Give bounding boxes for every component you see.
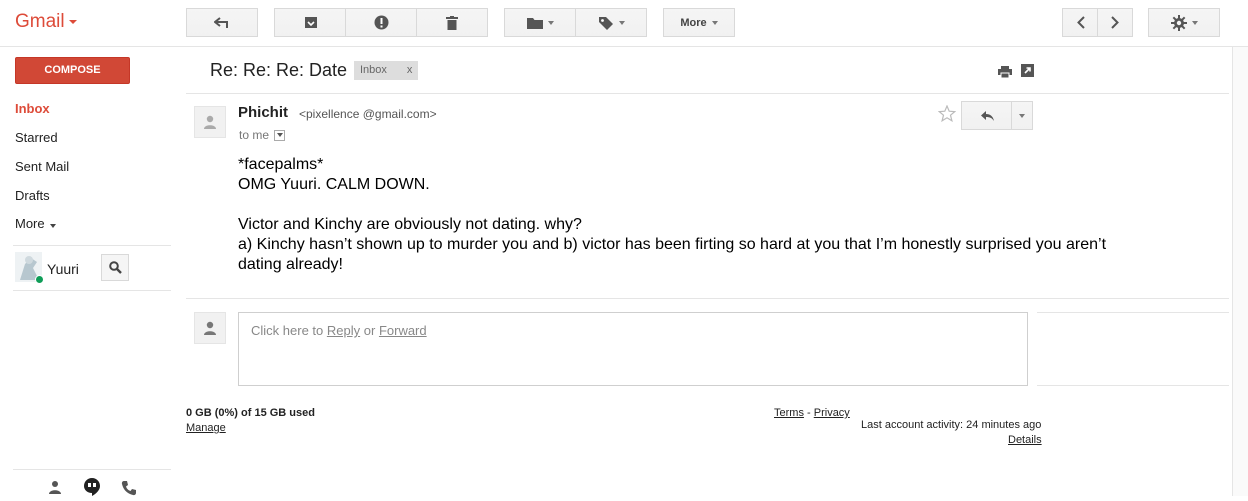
privacy-link[interactable]: Privacy: [814, 407, 850, 419]
chevron-down-icon: [1191, 20, 1198, 25]
star-button[interactable]: [937, 104, 957, 127]
sender-avatar: [194, 106, 226, 138]
settings-gear-icon: [1170, 14, 1187, 31]
compose-button[interactable]: COMPOSE: [15, 57, 130, 84]
reply-or: or: [363, 323, 376, 338]
sidebar-item-more[interactable]: More: [15, 216, 56, 231]
chevron-down-icon: [1019, 113, 1025, 118]
person-icon: [204, 321, 216, 335]
message-divider: [186, 298, 1229, 299]
delete-button[interactable]: [416, 8, 488, 37]
manage-storage-link[interactable]: Manage: [186, 422, 226, 434]
chevron-down-icon: [711, 20, 718, 25]
footer-separator: -: [807, 407, 811, 419]
phone-icon: [121, 481, 136, 496]
reply-button[interactable]: [961, 101, 1012, 130]
move-to-button[interactable]: [504, 8, 576, 37]
move-to-folder-icon: [527, 17, 543, 29]
body-line: *facepalms*: [238, 156, 324, 173]
reply-divider: [1037, 312, 1229, 313]
recipient-text: to me: [239, 128, 270, 142]
report-spam-icon: [374, 15, 389, 30]
reply-divider: [1037, 385, 1229, 386]
gmail-logo-menu[interactable]: Gmail: [15, 11, 77, 33]
reply-arrow-icon: [981, 110, 994, 121]
new-window-icon: [1021, 64, 1034, 77]
sender-name: Phichit: [238, 104, 289, 121]
sender-email: <pixellence @gmail.com>: [299, 107, 437, 121]
inbox-label-chip[interactable]: Inbox x: [354, 61, 419, 80]
body-line: OMG Yuuri. CALM DOWN.: [238, 176, 430, 193]
activity-details-link[interactable]: Details: [1008, 434, 1042, 446]
open-new-window-button[interactable]: [1021, 64, 1034, 82]
more-actions-button[interactable]: More: [663, 8, 735, 37]
label-chip-text: Inbox: [360, 64, 387, 76]
chevron-down-icon: [548, 20, 554, 25]
chevron-down-icon: [49, 224, 56, 228]
forward-link[interactable]: Forward: [379, 323, 427, 338]
message-subject: Re: Re: Re: Date: [210, 60, 348, 80]
sidebar-item-drafts[interactable]: Drafts: [15, 188, 50, 203]
next-icon: [1111, 16, 1119, 29]
online-status-dot: [35, 275, 44, 284]
body-line: dating already!: [238, 256, 343, 273]
terms-link[interactable]: Terms: [774, 407, 804, 419]
report-spam-button[interactable]: [345, 8, 417, 37]
chat-search-button[interactable]: [101, 254, 129, 281]
hangouts-icon: [84, 478, 100, 496]
chevron-down-icon: [618, 20, 625, 25]
labels-button[interactable]: [575, 8, 647, 37]
archive-button[interactable]: [274, 8, 346, 37]
scrollbar[interactable]: [1232, 47, 1248, 496]
reply-link[interactable]: Reply: [327, 323, 360, 338]
storage-usage: 0 GB (0%) of 15 GB used: [186, 407, 315, 419]
reply-prompt: Click here to: [251, 323, 324, 338]
person-icon: [204, 115, 216, 129]
last-activity: Last account activity: 24 minutes ago: [861, 419, 1042, 431]
recipient-details[interactable]: to me: [239, 128, 286, 142]
sidebar-item-sent-mail[interactable]: Sent Mail: [15, 159, 69, 174]
header-divider: [186, 93, 1229, 94]
sidebar-divider: [13, 245, 171, 246]
back-arrow-icon: [214, 16, 228, 28]
newer-button[interactable]: [1062, 8, 1098, 37]
details-toggle[interactable]: [274, 129, 286, 141]
print-button[interactable]: [998, 65, 1012, 83]
hangouts-button[interactable]: [84, 478, 100, 501]
phone-button[interactable]: [121, 480, 137, 501]
chevron-down-icon: [276, 133, 283, 137]
settings-button[interactable]: [1148, 8, 1220, 37]
labels-icon: [598, 16, 613, 30]
reply-options-button[interactable]: [1011, 101, 1033, 130]
archive-icon: [304, 17, 317, 28]
older-button[interactable]: [1097, 8, 1133, 37]
sidebar-item-starred[interactable]: Starred: [15, 130, 58, 145]
more-actions-label: More: [680, 16, 707, 29]
quick-reply-box[interactable]: Click here to Reply or Forward: [238, 312, 1028, 386]
person-icon: [49, 481, 61, 494]
chevron-down-icon: [68, 19, 77, 24]
sidebar-more-label: More: [15, 216, 45, 231]
print-icon: [998, 66, 1012, 79]
chat-user-name[interactable]: Yuuri: [47, 261, 79, 277]
footer-links: Terms - Privacy: [774, 407, 850, 419]
remove-label-button[interactable]: x: [407, 61, 413, 80]
prev-icon: [1076, 16, 1085, 29]
back-button[interactable]: [186, 8, 258, 37]
gmail-logo: Gmail: [15, 11, 65, 32]
sidebar-item-inbox[interactable]: Inbox: [15, 101, 50, 116]
my-avatar: [194, 312, 226, 344]
sidebar-divider: [13, 290, 171, 291]
delete-icon: [446, 15, 458, 30]
body-line: Victor and Kinchy are obviously not dati…: [238, 216, 582, 233]
contacts-button[interactable]: [48, 480, 62, 499]
star-icon: [937, 104, 957, 123]
body-line: a) Kinchy hasn’t shown up to murder you …: [238, 236, 1107, 253]
search-icon: [108, 261, 122, 274]
